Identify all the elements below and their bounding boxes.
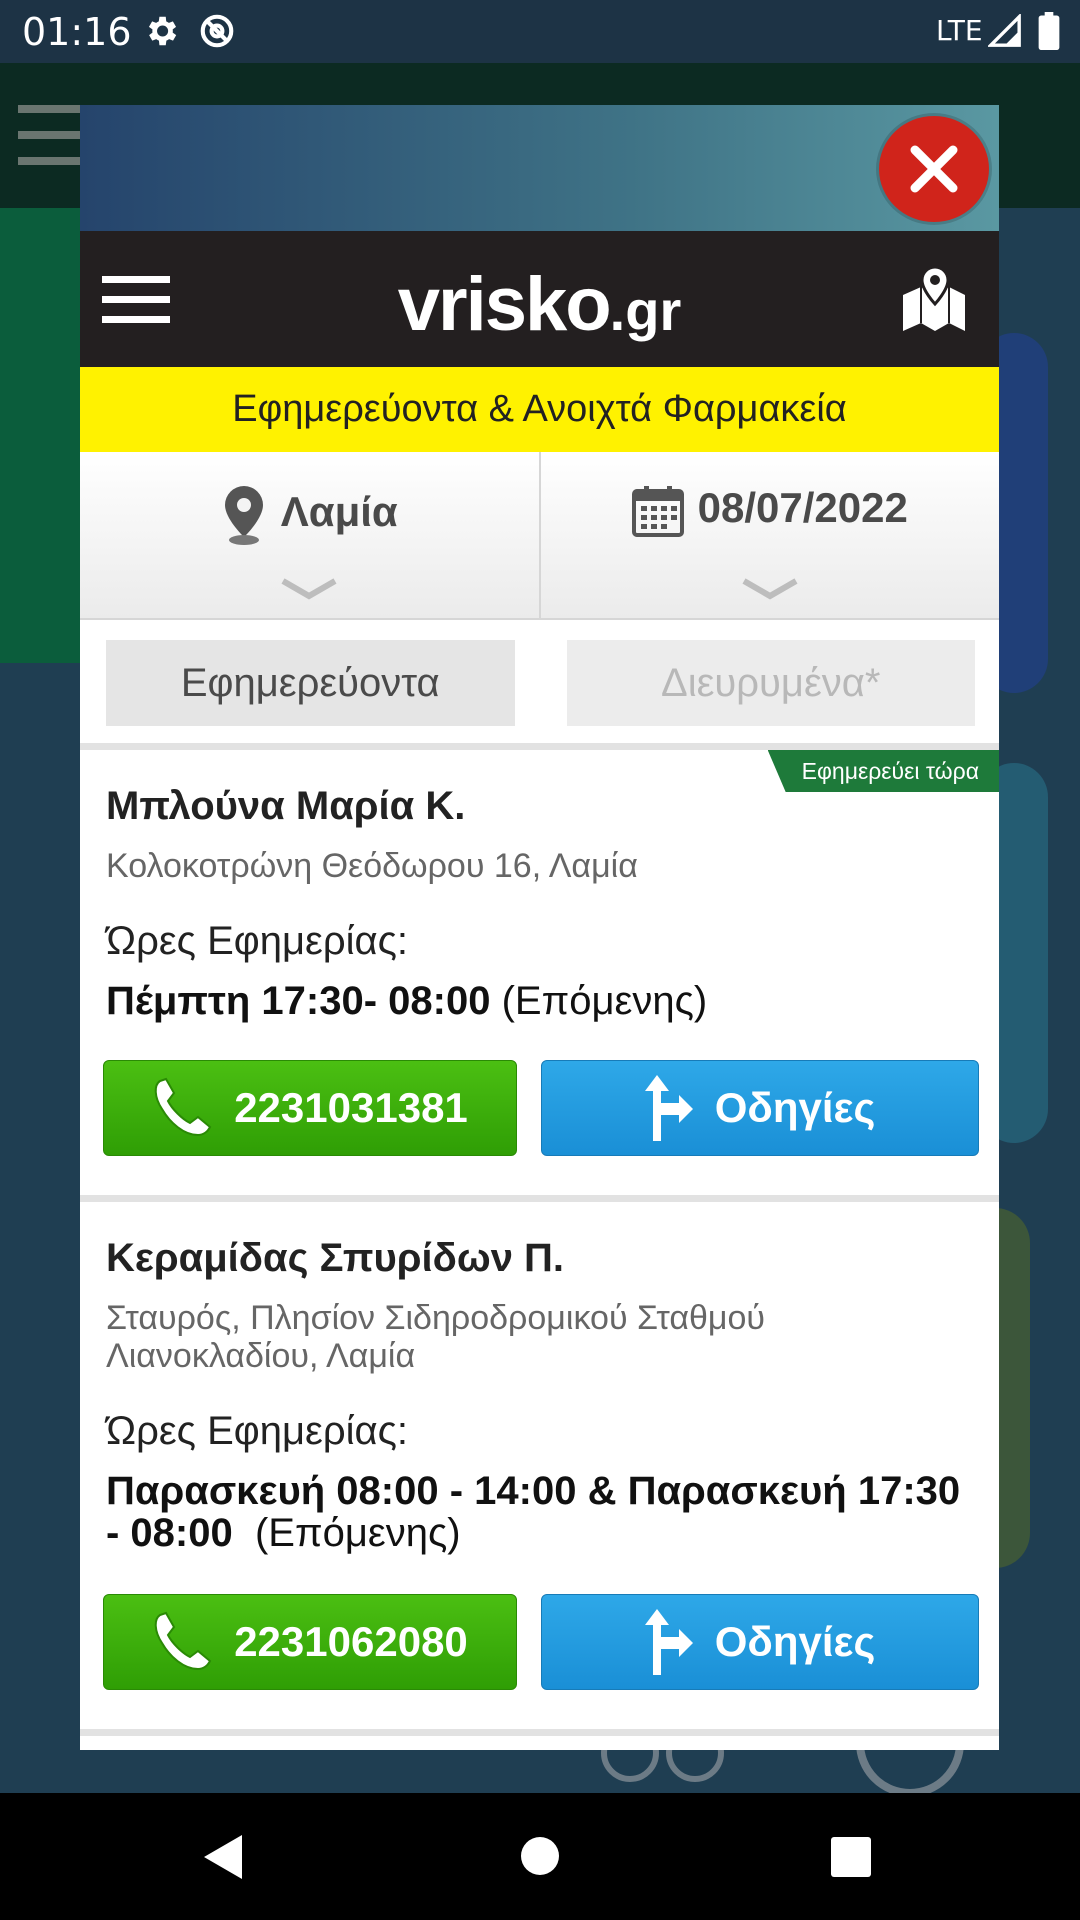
background-panel [0, 208, 85, 663]
date-value: 08/07/2022 [697, 484, 908, 531]
phone-icon [154, 1611, 212, 1671]
home-button[interactable] [521, 1837, 559, 1875]
at-sign-icon [198, 12, 236, 55]
date-selector[interactable]: 08/07/2022 [541, 452, 1000, 618]
duty-hours: Παρασκευή 08:00 - 14:00 & Παρασκευή 17:3… [106, 1470, 979, 1554]
phone-number: 2231031381 [234, 1084, 468, 1131]
location-selector[interactable]: Λαμία [80, 452, 541, 618]
duty-hours: Πέμπτη 17:30- 08:00 (Επόμενης) [106, 980, 979, 1022]
modal-top-bar [80, 105, 999, 231]
duty-hours-note: (Επόμενης) [254, 1511, 461, 1555]
directions-arrow-icon [644, 1609, 693, 1675]
chevron-down-icon [281, 578, 337, 600]
directions-label: Οδηγίες [714, 1084, 876, 1131]
location-value: Λαμία [280, 488, 398, 536]
logo-main-text: vrisko [397, 262, 612, 347]
back-button[interactable] [204, 1835, 242, 1879]
pharmacy-address: Σταυρός, Πλησίον Σιδηροδρομικού Σταθμού … [106, 1299, 765, 1375]
close-icon [910, 145, 958, 193]
clock: 01:16 [22, 10, 132, 54]
pharmacy-modal: vrisko.gr Εφημερεύοντα & Ανοιχτά Φαρμακε… [80, 105, 999, 1750]
directions-button[interactable]: Οδηγίες [541, 1060, 979, 1156]
phone-icon [154, 1077, 212, 1137]
pharmacy-name: Κεραμίδας Σπυρίδων Π. [106, 1236, 565, 1280]
map-icon[interactable] [899, 265, 969, 340]
logo-suffix-text: .gr [609, 279, 682, 342]
directions-label: Οδηγίες [714, 1618, 876, 1665]
location-pin-icon [224, 486, 263, 545]
filter-selectors: Λαμία 08/07/2022 [80, 452, 999, 620]
mode-tabs: Εφημερεύοντα Διευρυμένα* [80, 620, 999, 750]
hours-label: Ώρες Εφημερίας: [106, 1409, 408, 1453]
on-duty-badge: Εφημερεύει τώρα [767, 750, 999, 792]
status-bar: 01:16 LTE [0, 0, 1080, 63]
brand-bar: vrisko.gr [80, 231, 999, 367]
pharmacy-card: Κεραμίδας Σπυρίδων Π. Σταυρός, Πλησίον Σ… [80, 1202, 999, 1736]
gear-icon [142, 12, 180, 55]
chevron-down-icon [742, 578, 798, 600]
battery-icon [1038, 12, 1060, 55]
directions-arrow-icon [644, 1075, 693, 1141]
directions-button[interactable]: Οδηγίες [541, 1594, 979, 1690]
background-menu-icon [18, 105, 82, 183]
duty-hours-time: Πέμπτη 17:30- 08:00 [106, 979, 491, 1023]
pharmacy-address: Κολοκοτρώνη Θεόδωρου 16, Λαμία [106, 847, 638, 885]
recent-apps-button[interactable] [831, 1837, 871, 1877]
duty-hours-note: (Επόμενης) [501, 979, 708, 1023]
calendar-icon [631, 485, 684, 537]
hours-label: Ώρες Εφημερίας: [106, 919, 408, 963]
network-type: LTE [936, 14, 983, 47]
close-button[interactable] [879, 116, 989, 222]
call-button[interactable]: 2231031381 [103, 1060, 517, 1156]
call-button[interactable]: 2231062080 [103, 1594, 517, 1690]
signal-icon [986, 12, 1022, 53]
tab-on-duty[interactable]: Εφημερεύοντα [106, 640, 515, 726]
phone-number: 2231062080 [234, 1618, 468, 1665]
duty-hours-time: Παρασκευή 08:00 - 14:00 & Παρασκευή 17:3… [106, 1469, 961, 1555]
site-logo[interactable]: vrisko.gr [80, 261, 999, 348]
navigation-bar [0, 1793, 1080, 1920]
tab-extended[interactable]: Διευρυμένα* [566, 640, 975, 726]
pharmacy-card: Εφημερεύει τώρα Μπλούνα Μαρία Κ. Κολοκοτ… [80, 750, 999, 1202]
banner-title: Εφημερεύοντα & Ανοιχτά Φαρμακεία [80, 367, 999, 452]
